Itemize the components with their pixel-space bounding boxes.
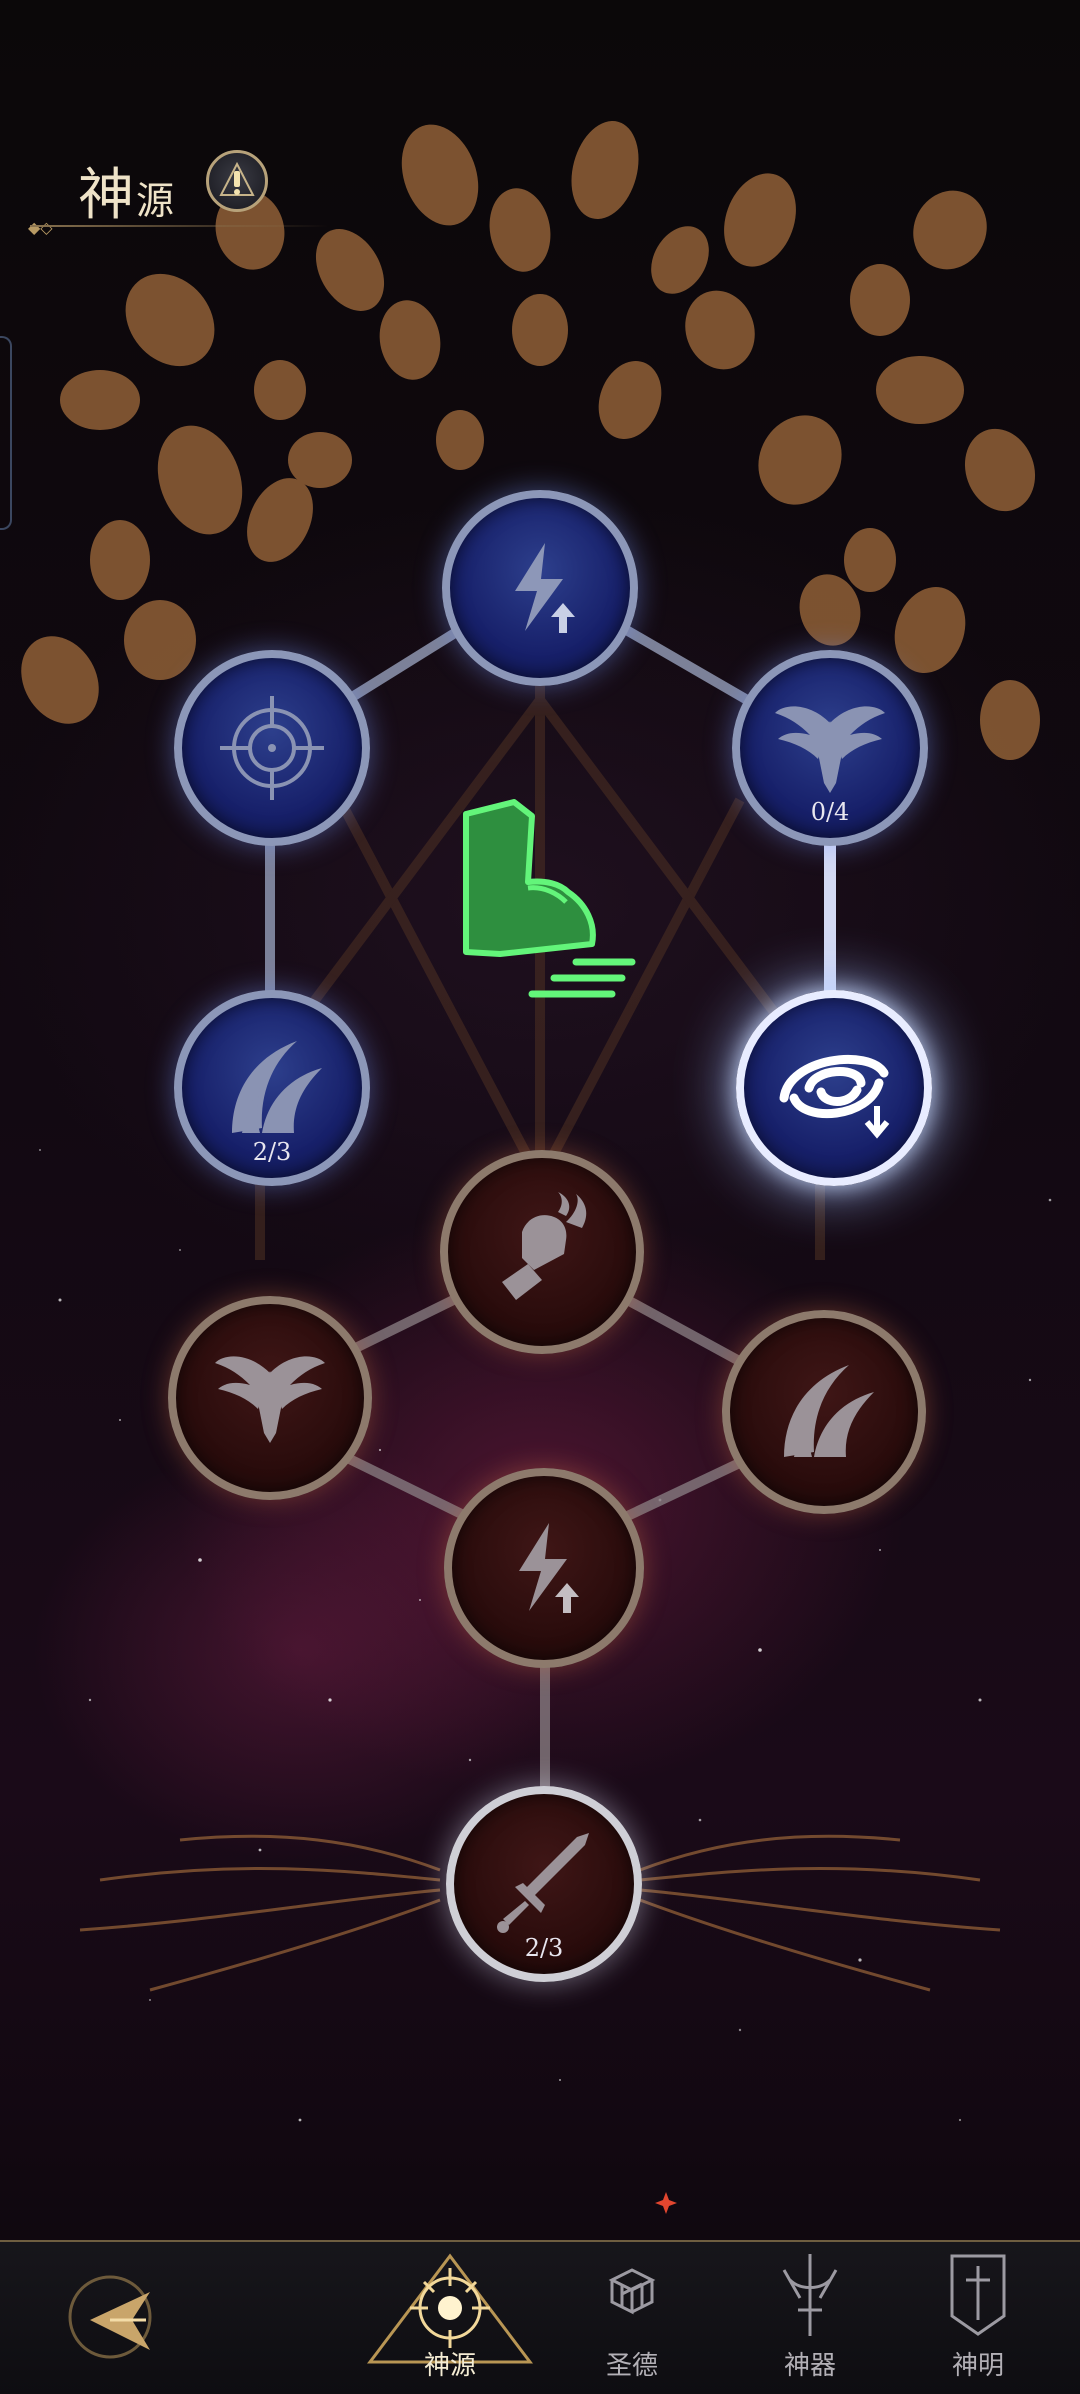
vortex-down-icon (779, 1054, 890, 1139)
cubes-icon (608, 2268, 656, 2315)
lightning-up-icon (519, 1523, 579, 1613)
title-underline (30, 225, 330, 227)
node-wings-blue[interactable]: 0/4 (732, 650, 928, 846)
node-fist[interactable] (440, 1150, 644, 1354)
tab-label: 神明 (951, 2351, 1004, 2381)
node-sword[interactable]: 2/3 (446, 1786, 642, 1982)
sword-icon (497, 1833, 589, 1933)
node-slash-blue[interactable]: 2/3 (174, 990, 370, 1186)
node-wings-red[interactable] (168, 1296, 372, 1500)
weapon-icon (782, 2254, 838, 2336)
crosshair-icon (220, 696, 324, 800)
tab-shengde[interactable]: 圣德 (572, 2246, 692, 2392)
lightning-up-icon (515, 543, 575, 633)
back-arrow-icon[interactable] (50, 2262, 160, 2372)
node-progress: 2/3 (524, 1934, 564, 1962)
wings-icon (775, 706, 885, 793)
tab-label: 圣德 (605, 2351, 658, 2381)
node-vortex[interactable] (736, 990, 932, 1186)
title-ornament: ◆◇ (28, 218, 53, 237)
node-slash-red[interactable] (722, 1310, 926, 1514)
slash-icon (784, 1365, 874, 1457)
tab-shenyuan[interactable]: 神源 (360, 2246, 540, 2392)
banner-icon (950, 2254, 1006, 2336)
slash-icon (232, 1041, 322, 1133)
tab-label: 神器 (783, 2351, 836, 2381)
exclamation-icon (219, 161, 255, 196)
side-handle[interactable] (0, 336, 12, 530)
node-progress: 0/4 (810, 798, 850, 826)
node-progress: 2/3 (252, 1138, 292, 1166)
node-energy-red[interactable] (444, 1468, 644, 1668)
speed-foot-icon (463, 799, 636, 998)
notification-badge (655, 2192, 677, 2214)
tab-shenming[interactable]: 神明 (918, 2246, 1038, 2392)
tab-shenqi[interactable]: 神器 (750, 2246, 870, 2392)
flaming-fist-icon (502, 1192, 587, 1300)
node-crosshair[interactable] (174, 650, 370, 846)
node-energy-top[interactable] (442, 490, 638, 686)
page-title: 神源 (78, 163, 177, 228)
tab-label: 神源 (423, 2351, 476, 2381)
info-button[interactable] (206, 150, 268, 212)
wings-icon (215, 1356, 325, 1443)
